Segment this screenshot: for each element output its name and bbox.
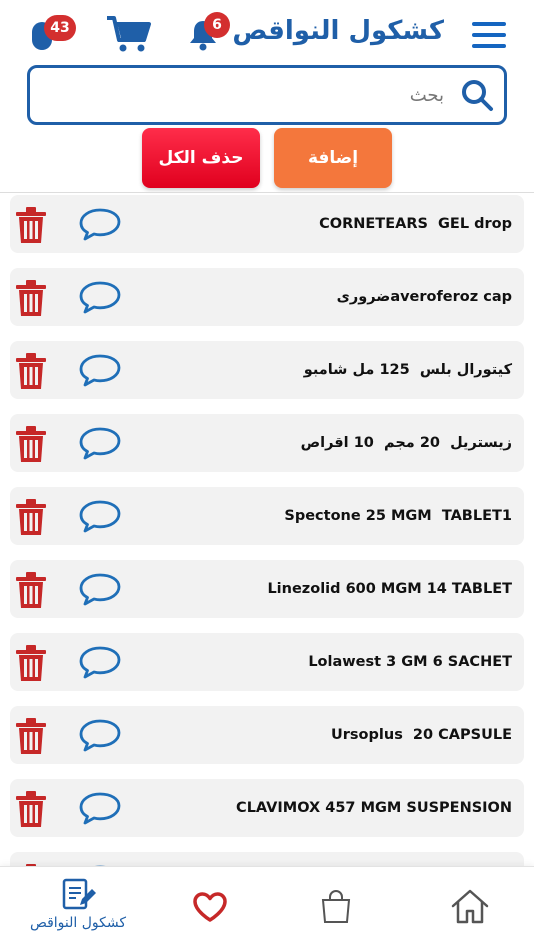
item-name: CLAVIMOX 457 MGM SUSPENSION [236,800,512,816]
list-item[interactable]: Linezolid 600 MGM 14 TABLET [10,560,524,618]
item-name: Spectone 25 MGM TABLET1 [284,508,512,524]
list-item[interactable]: CLAVIMOX 457 MGM SUSPENSION [10,779,524,837]
pills-badge: 43 [44,15,76,41]
shopping-bag-icon [321,890,351,923]
item-name: Lolawest 3 GM 6 SACHET [308,654,512,670]
nav-favorites[interactable] [180,867,240,950]
list-item[interactable]: Spectone 25 MGM TABLET1 [10,487,524,545]
trash-icon[interactable] [14,571,48,609]
list-item[interactable]: Ursoplus 20 CAPSULE [10,706,524,764]
item-name: Linezolid 600 MGM 14 TABLET [267,581,512,597]
chat-bubble-icon[interactable] [78,426,122,460]
notebook-edit-icon [62,878,96,910]
bottom-navigation: كشكول النواقص [0,866,534,950]
list-item[interactable]: Lolawest 3 GM 6 SACHET [10,633,524,691]
search-input[interactable] [64,80,444,110]
item-name: كيتورال بلس 125 مل شامبو [303,362,512,378]
page-title: كشكول النواقص [232,16,444,46]
trash-icon[interactable] [14,206,48,244]
search-box [27,65,507,125]
trash-icon[interactable] [14,717,48,755]
list-item[interactable]: CORNETEARS GEL drop [10,195,524,253]
nav-home[interactable] [440,867,500,950]
chat-bubble-icon[interactable] [78,718,122,752]
nav-shortages-label: كشكول النواقص [29,915,127,931]
trash-icon[interactable] [14,352,48,390]
trash-icon[interactable] [14,498,48,536]
home-icon [451,889,489,924]
add-button[interactable]: إضافة [274,128,392,188]
nav-shortages[interactable]: كشكول النواقص [10,867,146,950]
item-name: زيستريل 20 مجم 10 اقراص [300,435,512,451]
chat-bubble-icon[interactable] [78,791,122,825]
chat-bubble-icon[interactable] [78,499,122,533]
delete-all-button[interactable]: حذف الكل [142,128,260,188]
search-icon[interactable] [460,78,494,112]
list-item[interactable]: ضرورىaveroferoz cap [10,268,524,326]
shortage-list: CORNETEARS GEL drop ضرورىaveroferoz cap كي… [0,192,534,866]
hamburger-menu-icon[interactable] [472,22,506,48]
app-header: كشكول النواقص 6 43 [0,0,534,66]
trash-icon[interactable] [14,644,48,682]
trash-icon[interactable] [14,425,48,463]
chat-bubble-icon[interactable] [78,572,122,606]
list-item[interactable]: كيتورال بلس 125 مل شامبو [10,341,524,399]
item-name: CORNETEARS GEL drop [319,216,512,232]
nav-shopping[interactable] [306,867,366,950]
chat-bubble-icon[interactable] [78,645,122,679]
heart-icon [193,892,227,922]
notifications-badge: 6 [204,12,230,38]
cart-icon[interactable] [106,14,152,54]
list-item[interactable] [10,852,524,866]
list-item[interactable]: زيستريل 20 مجم 10 اقراص [10,414,524,472]
trash-icon[interactable] [14,279,48,317]
trash-icon[interactable] [14,790,48,828]
item-name: Ursoplus 20 CAPSULE [331,727,512,743]
chat-bubble-icon[interactable] [78,353,122,387]
item-name: ضرورىaveroferoz cap [336,289,512,305]
chat-bubble-icon[interactable] [78,280,122,314]
chat-bubble-icon[interactable] [78,207,122,241]
